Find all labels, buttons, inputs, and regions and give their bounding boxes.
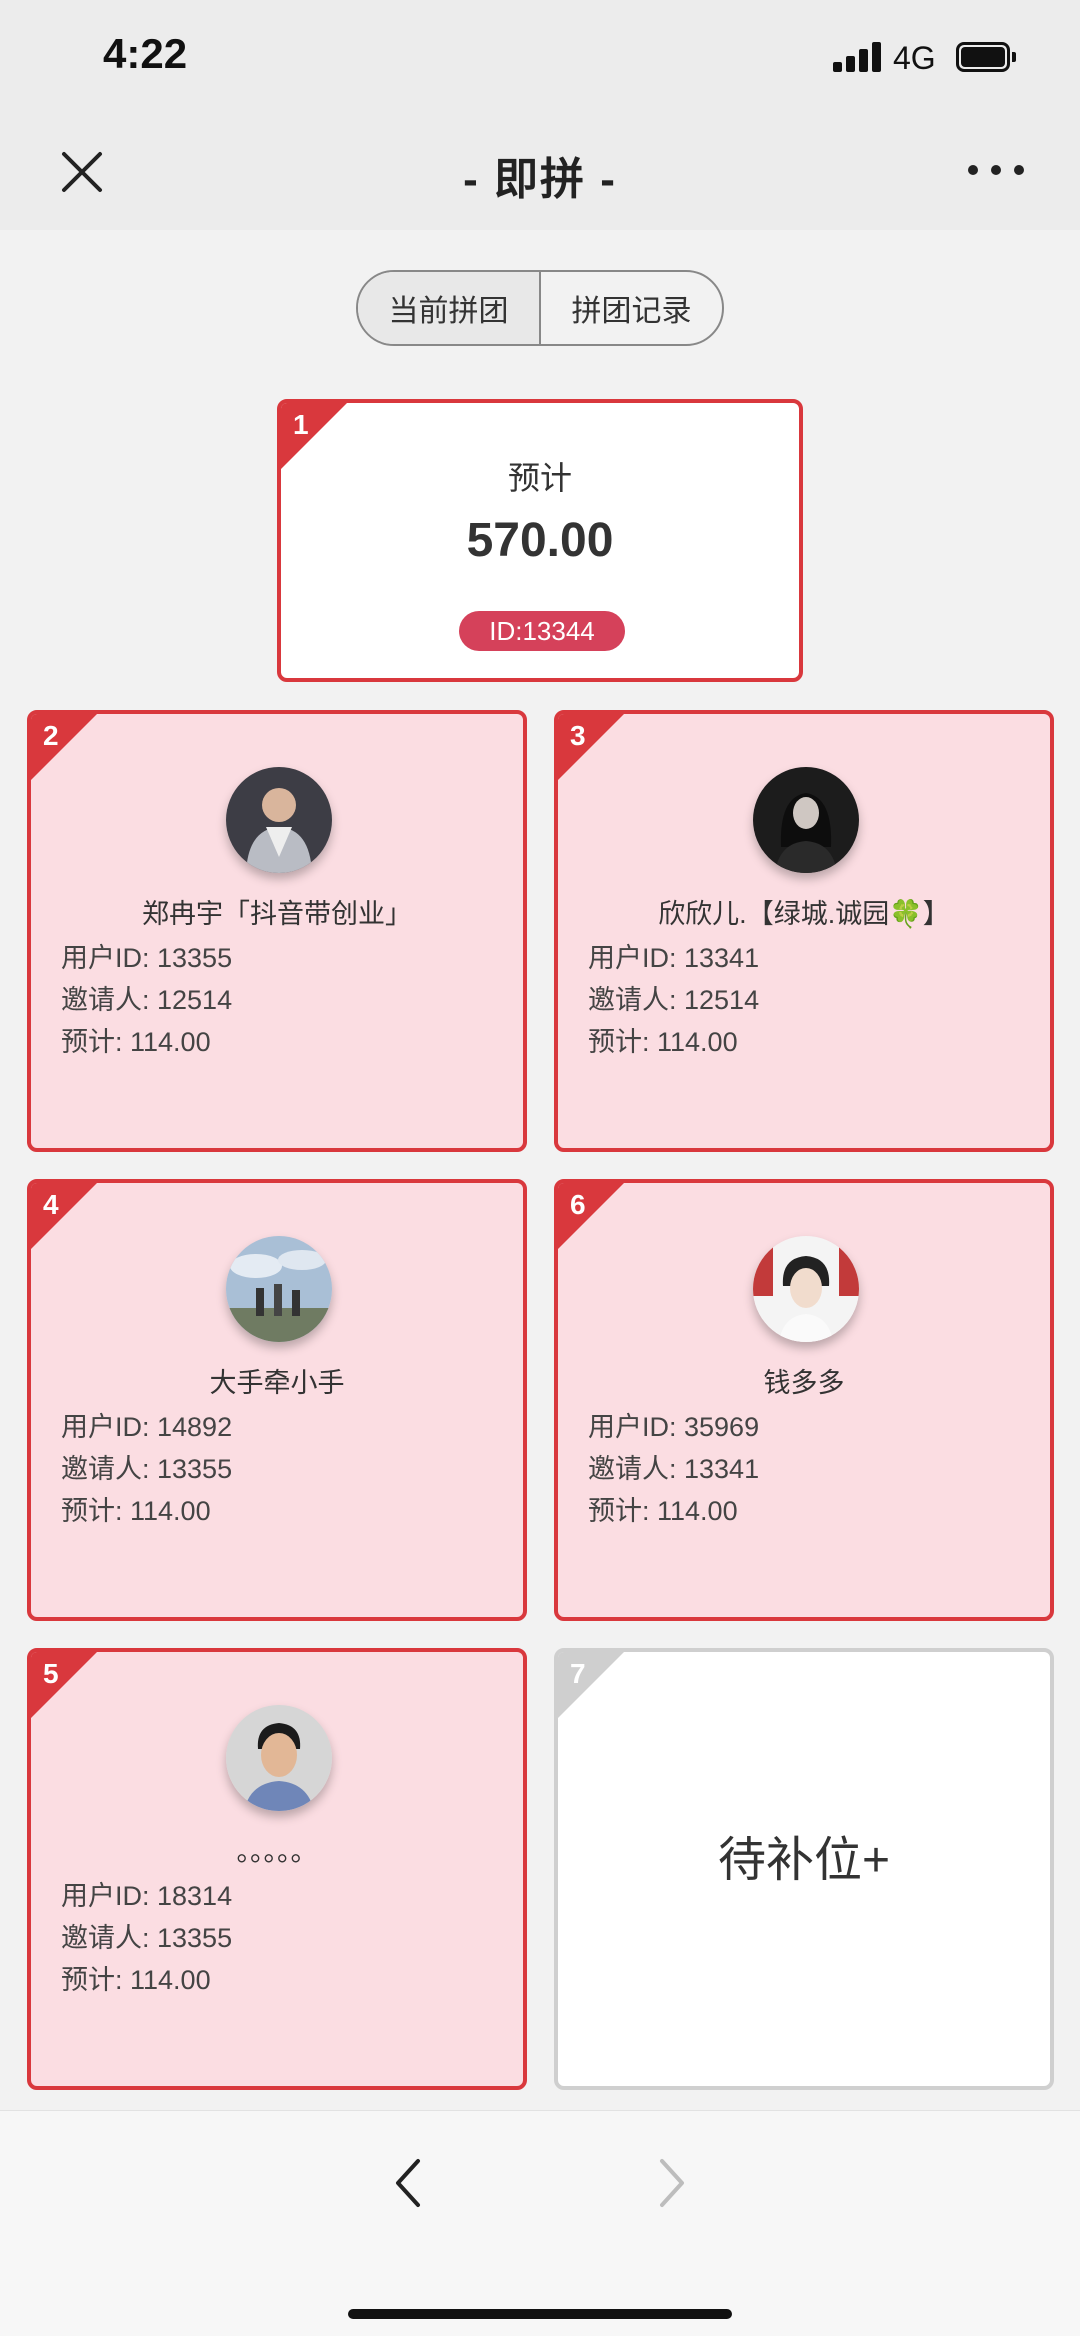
position-number: 4 [43,1189,59,1220]
position-corner [558,1652,624,1718]
position-corner [558,1183,624,1249]
member-inviter: 邀请人: 13355 [61,1923,233,1953]
position-corner [558,714,624,780]
signal-icon [833,42,881,72]
member-estimate: 预计: 114.00 [61,1965,211,1995]
status-time: 4:22 [103,30,188,77]
home-indicator[interactable] [348,2309,732,2319]
member-card[interactable]: 6 钱多多 用户ID: 35969 邀请人: 13341 预计: 114.00 [554,1179,1054,1621]
tab-group-records[interactable]: 拼团记录 [541,272,722,344]
tab-switcher: 当前拼团 拼团记录 [356,270,724,346]
status-bar: 4:22 4G [0,0,1080,115]
position-number: 6 [570,1189,586,1220]
avatar [226,1236,332,1342]
position-number: 1 [293,409,309,440]
bottom-toolbar [0,2110,1080,2336]
position-number: 2 [43,720,59,751]
position-corner [31,1652,97,1718]
chevron-left-icon[interactable] [388,2153,428,2213]
position-number: 5 [43,1658,59,1689]
nav-bar: - 即拼 - [0,115,1080,230]
member-estimate: 预计: 114.00 [588,1027,738,1057]
avatar [226,767,332,873]
member-user-id: 用户ID: 14892 [61,1412,233,1442]
chevron-right-icon [652,2153,692,2213]
position-number: 3 [570,720,586,751]
member-estimate: 预计: 114.00 [61,1496,211,1526]
member-inviter: 邀请人: 12514 [588,985,760,1015]
avatar [753,767,859,873]
member-user-id: 用户ID: 18314 [61,1881,233,1911]
member-estimate: 预计: 114.00 [61,1027,211,1057]
member-user-id: 用户ID: 13341 [588,943,760,973]
network-label: 4G [893,40,936,76]
avatar [226,1705,332,1811]
member-card[interactable]: 4 大手牵小手 用户ID: 14892 邀请人: 13355 预计: 114.0… [27,1179,527,1621]
member-inviter: 邀请人: 13355 [61,1454,233,1484]
member-card[interactable]: 5 。。。。。 用户ID: 18314 邀请人: 13355 预计: 114.0… [27,1648,527,2090]
position-corner [31,714,97,780]
more-icon[interactable] [968,161,1024,181]
join-slot-label[interactable]: 待补位+ [558,1820,1050,1890]
member-inviter: 邀请人: 12514 [61,985,233,1015]
member-name: 钱多多 [763,1368,845,1398]
estimate-amount: 570.00 [466,514,614,567]
member-card[interactable]: 2 郑冉宇「抖音带创业」 用户ID: 13355 邀请人: 12514 预计: … [27,710,527,1152]
member-name: 大手牵小手 [209,1368,345,1398]
member-name: 。。。。。 [236,1837,318,1867]
member-name: 郑冉宇「抖音带创业」 [142,899,412,929]
id-badge: ID:13344 [459,611,625,651]
leader-card: 1 预计 570.00 ID:13344 [277,399,803,682]
avatar [753,1236,859,1342]
member-card[interactable]: 3 欣欣儿.【绿城.诚园🍀】 用户ID: 13341 邀请人: 12514 预计… [554,710,1054,1152]
member-inviter: 邀请人: 13341 [588,1454,760,1484]
battery-icon [956,42,1016,72]
member-user-id: 用户ID: 35969 [588,1412,760,1442]
empty-slot-card[interactable]: 7 待补位+ [554,1648,1054,2090]
estimate-label: 预计 [507,460,572,496]
member-estimate: 预计: 114.00 [588,1496,738,1526]
member-user-id: 用户ID: 13355 [61,943,233,973]
member-name: 欣欣儿.【绿城.诚园🍀】 [658,899,950,929]
position-number: 7 [570,1658,586,1689]
position-corner [31,1183,97,1249]
tab-current-group[interactable]: 当前拼团 [358,272,541,344]
page-title: - 即拼 - [463,155,617,204]
